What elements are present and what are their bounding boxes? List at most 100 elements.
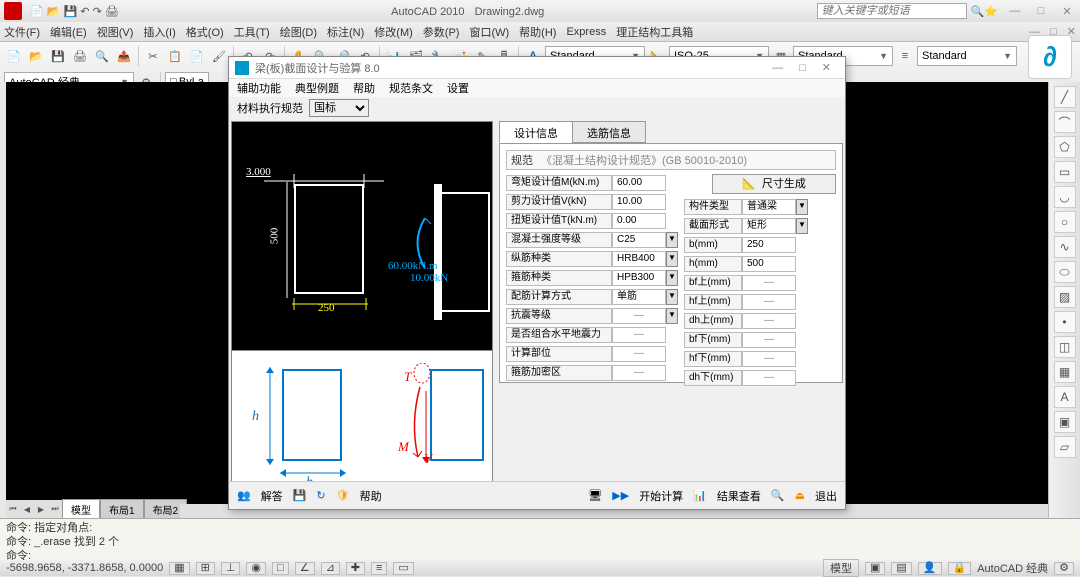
field-value[interactable]: 10.00 bbox=[612, 194, 666, 210]
mlstyle-icon[interactable]: ≡ bbox=[895, 46, 915, 66]
field-value[interactable]: — bbox=[612, 327, 666, 343]
sb-icon[interactable]: 🔒 bbox=[948, 562, 972, 575]
menu-tools[interactable]: 工具(T) bbox=[234, 24, 270, 40]
tab-design[interactable]: 设计信息 bbox=[499, 121, 573, 143]
dlg-close-icon[interactable]: ✕ bbox=[814, 61, 839, 74]
tab-prev-icon[interactable]: ◀ bbox=[20, 502, 34, 516]
osnap-btn[interactable]: □ bbox=[272, 562, 289, 575]
menu-express[interactable]: Express bbox=[566, 26, 606, 38]
ortho-btn[interactable]: ⊥ bbox=[221, 562, 241, 575]
field-value[interactable]: — bbox=[742, 351, 796, 367]
field-value[interactable]: 单筋 bbox=[612, 289, 666, 305]
menu-draw[interactable]: 绘图(D) bbox=[280, 24, 317, 40]
help-label[interactable]: 帮助 bbox=[360, 488, 382, 504]
menu-view[interactable]: 视图(V) bbox=[97, 24, 134, 40]
qp-btn[interactable]: ▭ bbox=[393, 562, 413, 575]
tab-rebar[interactable]: 选筋信息 bbox=[572, 121, 646, 143]
ducs-btn[interactable]: ⊿ bbox=[321, 562, 340, 575]
result-icon[interactable]: 📊 bbox=[693, 489, 707, 502]
point-icon[interactable]: • bbox=[1054, 311, 1076, 333]
infocenter-search-input[interactable] bbox=[817, 3, 967, 19]
menu-file[interactable]: 文件(F) bbox=[4, 24, 40, 40]
save-icon[interactable]: 💾 bbox=[48, 46, 68, 66]
sb-icon[interactable]: ▤ bbox=[891, 562, 911, 575]
menu-format[interactable]: 格式(O) bbox=[186, 24, 224, 40]
dlg-min-icon[interactable]: — bbox=[764, 62, 791, 74]
dlg-menu-code[interactable]: 规范条文 bbox=[389, 80, 433, 96]
dyn-btn[interactable]: ✚ bbox=[346, 562, 365, 575]
field-value[interactable]: HRB400 bbox=[612, 251, 666, 267]
tab-layout1[interactable]: 布局1 bbox=[100, 499, 144, 520]
material-select[interactable]: 国标 bbox=[309, 99, 369, 117]
exit-icon[interactable]: ⏏ bbox=[795, 489, 805, 502]
arc-icon[interactable]: ◡ bbox=[1054, 186, 1076, 208]
print-icon[interactable]: 🖨 bbox=[70, 46, 90, 66]
field-value[interactable]: 矩形 bbox=[742, 218, 796, 234]
polygon-icon[interactable]: ⬠ bbox=[1054, 136, 1076, 158]
run-icon[interactable]: ▶▶ bbox=[612, 489, 629, 502]
menu-edit[interactable]: 编辑(E) bbox=[50, 24, 87, 40]
infocenter-icon[interactable]: ⭐ bbox=[984, 5, 998, 18]
field-value[interactable]: — bbox=[742, 332, 796, 348]
qat-save-icon[interactable]: 💾 bbox=[64, 5, 78, 18]
preview-icon[interactable]: 🔍 bbox=[92, 46, 112, 66]
tab-first-icon[interactable]: ⏮ bbox=[6, 502, 20, 516]
spline-icon[interactable]: ∿ bbox=[1054, 236, 1076, 258]
search-icon[interactable]: 🔍 bbox=[971, 5, 985, 18]
field-value[interactable]: — bbox=[612, 346, 666, 362]
match-icon[interactable]: 🖌 bbox=[209, 46, 229, 66]
sb-icon[interactable]: 👤 bbox=[918, 562, 942, 575]
field-value[interactable]: — bbox=[612, 365, 666, 381]
field-value[interactable]: — bbox=[742, 370, 796, 386]
new-icon[interactable]: 📄 bbox=[4, 46, 24, 66]
save-icon[interactable]: 💾 bbox=[293, 489, 307, 502]
chevron-down-icon[interactable]: ▼ bbox=[796, 199, 808, 215]
text-icon[interactable]: A bbox=[1054, 386, 1076, 408]
paste-icon[interactable]: 📄 bbox=[187, 46, 207, 66]
result-label[interactable]: 结果查看 bbox=[717, 488, 761, 504]
help-icon[interactable]: 🛡 bbox=[336, 489, 350, 502]
menu-modify[interactable]: 修改(M) bbox=[374, 24, 413, 40]
dlg-menu-examples[interactable]: 典型例题 bbox=[295, 80, 339, 96]
maximize-icon[interactable]: □ bbox=[1032, 5, 1050, 18]
tab-last-icon[interactable]: ⏭ bbox=[48, 502, 62, 516]
field-value[interactable]: — bbox=[612, 308, 666, 324]
calc-icon[interactable]: 🖥 bbox=[588, 489, 602, 502]
menu-window[interactable]: 窗口(W) bbox=[469, 24, 509, 40]
dlg-max-icon[interactable]: □ bbox=[791, 62, 814, 74]
field-value[interactable]: 250 bbox=[742, 237, 796, 253]
sb-icon[interactable]: ▣ bbox=[865, 562, 885, 575]
qat-undo-icon[interactable]: ↶ bbox=[80, 5, 89, 18]
command-window[interactable]: 命令: 指定对角点: 命令: _.erase 找到 2 个 命令: bbox=[0, 518, 1080, 560]
field-value[interactable]: HPB300 bbox=[612, 270, 666, 286]
wipeout-icon[interactable]: ▱ bbox=[1054, 436, 1076, 458]
chevron-down-icon[interactable]: ▼ bbox=[666, 270, 678, 286]
view-icon[interactable]: 🔍 bbox=[771, 489, 785, 502]
region-icon[interactable]: ▣ bbox=[1054, 411, 1076, 433]
qat-open-icon[interactable]: 📂 bbox=[47, 5, 61, 18]
field-value[interactable]: — bbox=[742, 313, 796, 329]
menu-help[interactable]: 帮助(H) bbox=[519, 24, 556, 40]
tab-model[interactable]: 模型 bbox=[62, 499, 100, 520]
dlg-menu-help[interactable]: 帮助 bbox=[353, 80, 375, 96]
chevron-down-icon[interactable]: ▼ bbox=[666, 289, 678, 305]
snap-btn[interactable]: ▦ bbox=[169, 562, 189, 575]
publish-icon[interactable]: 📤 bbox=[114, 46, 134, 66]
chevron-down-icon[interactable]: ▼ bbox=[666, 251, 678, 267]
qa-icon[interactable]: 👥 bbox=[237, 489, 251, 502]
table-icon[interactable]: ▦ bbox=[1054, 361, 1076, 383]
field-value[interactable]: — bbox=[742, 294, 796, 310]
hatch-icon[interactable]: ▨ bbox=[1054, 286, 1076, 308]
ellipse-icon[interactable]: ⬭ bbox=[1054, 261, 1076, 283]
grid-btn[interactable]: ⊞ bbox=[196, 562, 215, 575]
field-value[interactable]: — bbox=[742, 275, 796, 291]
otrack-btn[interactable]: ∠ bbox=[295, 562, 315, 575]
field-value[interactable]: 0.00 bbox=[612, 213, 666, 229]
line-icon[interactable]: ╱ bbox=[1054, 86, 1076, 108]
open-icon[interactable]: 📂 bbox=[26, 46, 46, 66]
copy-icon[interactable]: 📋 bbox=[165, 46, 185, 66]
field-value[interactable]: 普通梁 bbox=[742, 199, 796, 215]
lwt-btn[interactable]: ≡ bbox=[371, 562, 387, 575]
field-value[interactable]: 60.00 bbox=[612, 175, 666, 191]
mlstyle-combo[interactable]: Standard▼ bbox=[917, 46, 1017, 66]
